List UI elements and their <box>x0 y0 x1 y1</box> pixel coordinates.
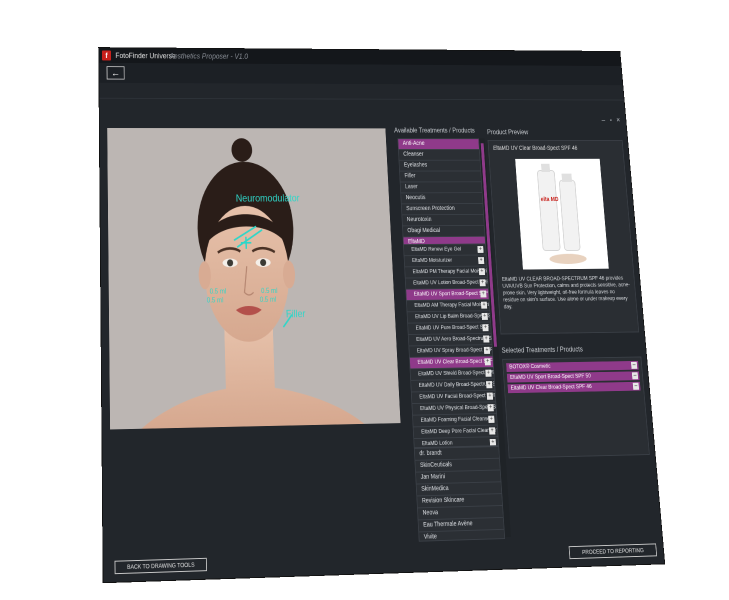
add-product-icon[interactable]: + <box>478 257 485 264</box>
add-product-icon[interactable]: + <box>480 301 488 309</box>
bottle-brand-label: elta MD <box>540 196 559 203</box>
back-to-drawing-tools-button[interactable]: BACK TO DRAWING TOOLS <box>114 557 208 575</box>
preview-description: EltaMD UV CLEAR BROAD-SPECTRUM SPF 46 pr… <box>501 275 631 311</box>
add-product-icon[interactable]: + <box>483 335 490 343</box>
preview-header: Product Preview <box>486 128 529 136</box>
add-product-icon[interactable]: + <box>481 312 488 320</box>
add-product-icon[interactable]: + <box>485 381 493 389</box>
add-product-icon[interactable]: + <box>479 279 486 287</box>
category-item[interactable]: Eyelashes <box>399 160 481 172</box>
brand-item[interactable]: Vivite <box>419 529 505 542</box>
product-item-label: EltaMD Lotion <box>421 439 453 447</box>
category-item[interactable]: Obagi Medical <box>402 225 485 238</box>
add-product-icon[interactable]: + <box>478 268 485 276</box>
app-subtitle: - Aesthetics Proposer - V1.0 <box>165 51 249 61</box>
product-item[interactable]: EltaMD PM Therapy Facial Moisturizer + <box>405 266 494 279</box>
selected-item[interactable]: BOTOX® Cosmetic − <box>506 360 639 372</box>
preview-product-title: EltaMD UV Clear Broad-Spect SPF 46 <box>492 145 578 152</box>
remove-item-icon[interactable]: − <box>631 371 639 380</box>
add-product-icon[interactable]: + <box>483 346 491 354</box>
add-product-icon[interactable]: + <box>485 369 492 377</box>
brand-list[interactable]: dr. brandt SkinCeuticals Jan Marini SkinMed… <box>413 446 506 542</box>
product-item[interactable]: EltaMD Renew Eye Gel + <box>403 244 486 257</box>
add-product-icon[interactable]: + <box>488 415 495 423</box>
available-header: Available Treatments / Products <box>393 126 476 135</box>
product-preview-panel: EltaMD UV Clear Broad-Spect SPF 46 elta … <box>487 139 640 335</box>
add-product-icon[interactable]: + <box>477 246 484 253</box>
window-controls[interactable]: – ▫ × <box>601 116 621 124</box>
product-item-label: EltaMD Moisturizer <box>411 257 453 264</box>
category-item[interactable]: Laser <box>400 182 482 194</box>
product-item-label: EltaMD UV Lotion Broad-Spect SPF 30+ <box>413 279 499 287</box>
remove-item-icon[interactable]: − <box>632 382 640 390</box>
annotation-filler: Filler <box>285 307 306 321</box>
category-item[interactable]: Cleanser <box>398 149 480 161</box>
product-item-label: EltaMD Deep Pore Facial Cleanser <box>421 427 497 436</box>
selected-list[interactable]: BOTOX® Cosmetic − EltaMD UV Sport Broad-Sp… <box>502 356 650 459</box>
add-product-icon[interactable]: + <box>482 324 489 332</box>
category-item[interactable]: Neocutis <box>401 193 483 205</box>
add-product-icon[interactable]: + <box>487 404 494 412</box>
selected-item-label: EltaMD UV Sport Broad-Spect SPF 50 <box>509 373 592 381</box>
add-product-icon[interactable]: + <box>480 290 487 298</box>
product-item[interactable]: EltaMD Moisturizer + <box>404 255 487 268</box>
category-item[interactable]: Filler <box>399 171 482 183</box>
selected-header: Selected Treatments / Products <box>501 345 584 355</box>
patient-photo[interactable]: Neuromodulator Filler 0.5 ml 0.5 ml 0.5 … <box>107 128 401 430</box>
product-item-label: EltaMD Foaming Facial Cleanser <box>420 415 492 424</box>
face-illustration <box>107 128 401 430</box>
annotation-dose-right-2: 0.5 ml <box>259 295 277 304</box>
annotation-dose-left-1: 0.5 ml <box>209 287 227 296</box>
app-window-perspective: f FotoFinder Universe - Aesthetics Propo… <box>99 48 665 583</box>
selected-item[interactable]: EltaMD UV Clear Broad-Spect SPF 46 − <box>507 381 641 394</box>
proceed-to-reporting-button[interactable]: PROCEED TO REPORTING <box>568 543 658 560</box>
category-item[interactable]: Neurotoxin <box>402 214 484 227</box>
product-bottle-illustration <box>515 163 588 265</box>
app-window: f FotoFinder Universe - Aesthetics Propo… <box>99 48 665 583</box>
product-list[interactable]: EltaMD Renew Eye Gel + EltaMD Moisturizer +… <box>403 243 500 449</box>
category-list[interactable]: Anti-Acne Cleanser Eyelashes Filler Laser Neo… <box>397 138 486 246</box>
add-product-icon[interactable]: + <box>488 427 496 435</box>
product-image: elta MD <box>515 158 609 270</box>
product-item-label: EltaMD Renew Eye Gel <box>411 246 462 253</box>
add-product-icon[interactable]: + <box>486 392 494 400</box>
remove-item-icon[interactable]: − <box>630 361 638 369</box>
fotofinder-logo-icon: f <box>101 50 112 61</box>
annotation-dose-right-1: 0.5 ml <box>260 286 278 295</box>
selected-item-label: EltaMD UV Clear Broad-Spect SPF 46 <box>510 383 592 392</box>
product-item[interactable]: EltaMD UV Lotion Broad-Spect SPF 30+ + <box>405 277 499 290</box>
add-product-icon[interactable]: + <box>484 358 491 366</box>
toolbar: ← <box>99 62 623 86</box>
divider <box>99 97 624 101</box>
category-item[interactable]: Anti-Acne <box>398 139 480 150</box>
category-item[interactable]: Sunscreen Protection <box>401 203 484 216</box>
annotation-neuromodulator: Neuromodulator <box>235 192 300 205</box>
annotation-dose-left-2: 0.5 ml <box>206 296 224 305</box>
back-arrow-button[interactable]: ← <box>106 66 125 80</box>
selected-item[interactable]: EltaMD UV Sport Broad-Spect SPF 50 − <box>506 371 640 383</box>
selected-item-label: BOTOX® Cosmetic <box>509 363 551 371</box>
